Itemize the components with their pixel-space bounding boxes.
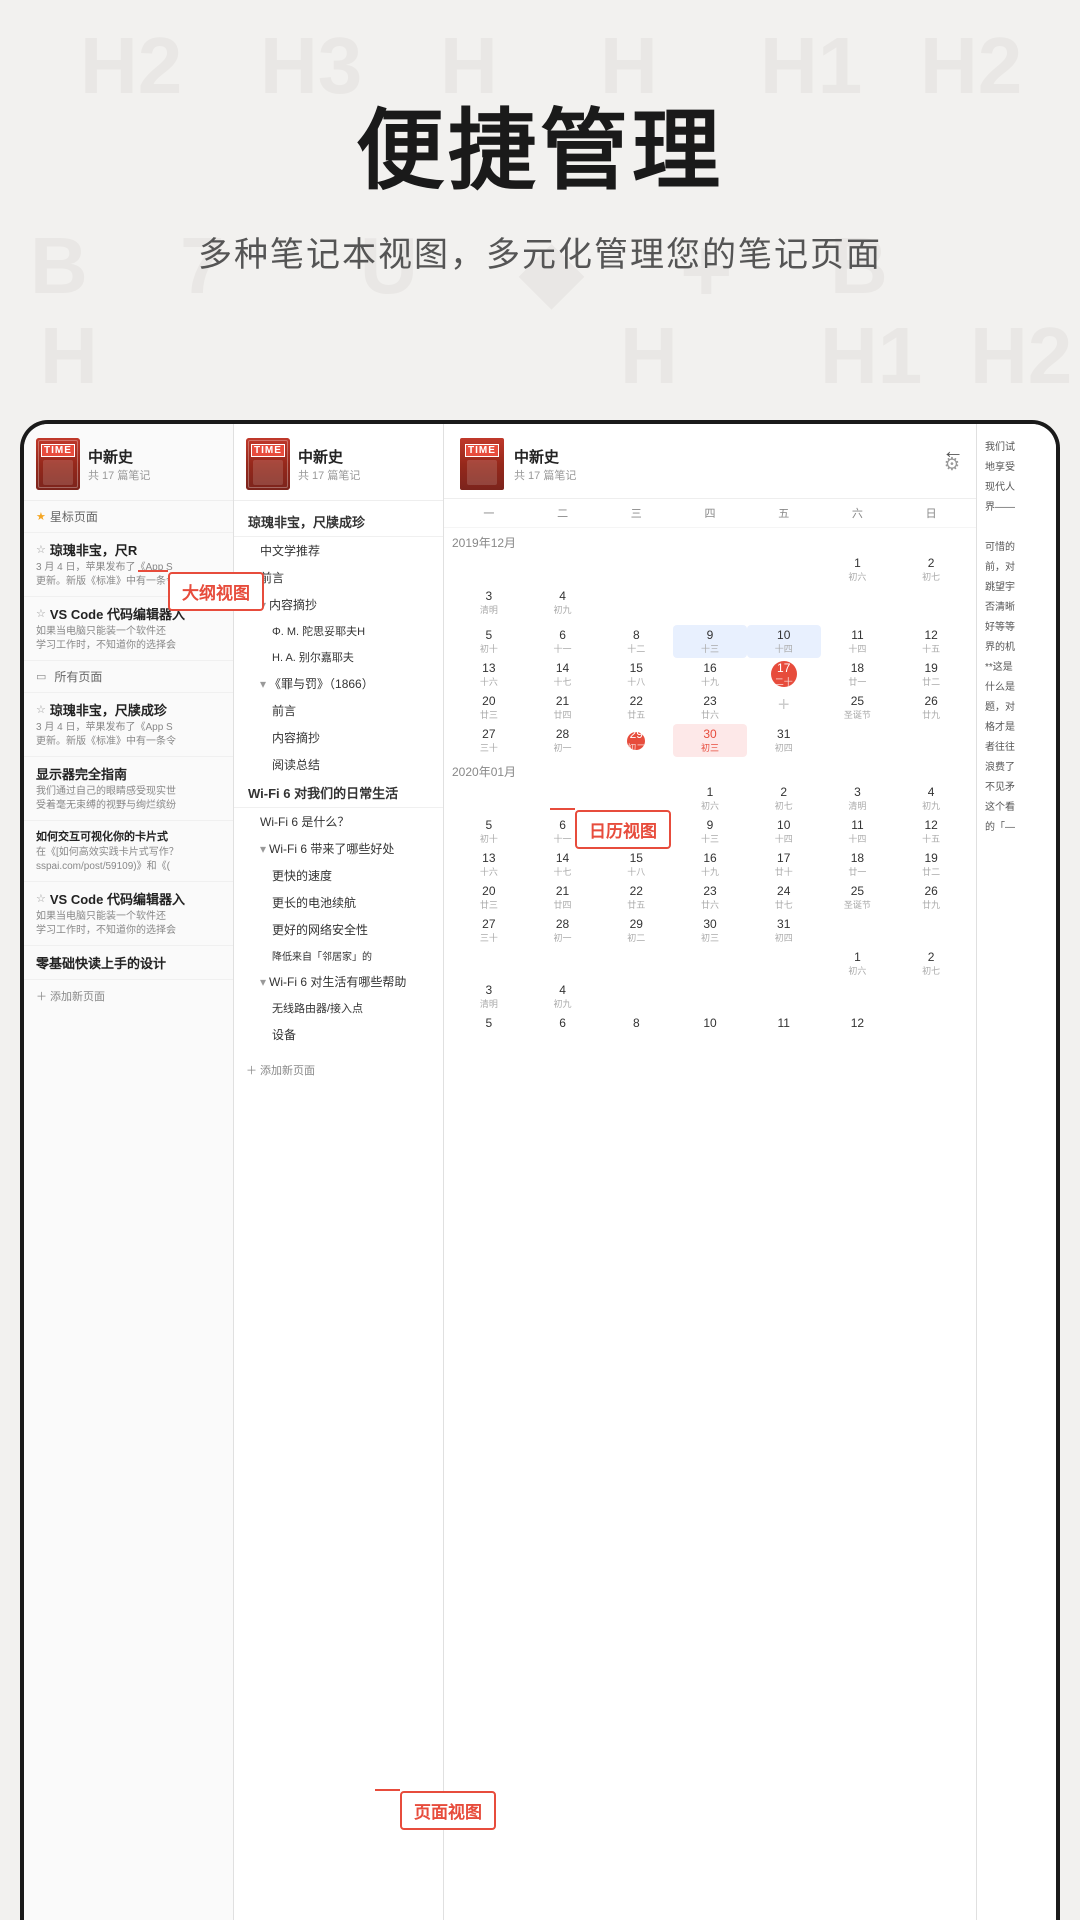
book-info-middle: 中新史 共 17 篇笔记 xyxy=(298,446,360,483)
calendar-title-block: 中新史 共 17 篇笔记 xyxy=(514,446,944,483)
book-cover-calendar: TIME xyxy=(460,438,504,490)
add-page-button-middle[interactable]: ＋ 添加新页面 xyxy=(234,1054,443,1086)
device-mockup: TIME 中新史 共 17 篇笔记 ★ 星标页面 xyxy=(0,420,1080,1920)
outline-item[interactable]: ▾《罪与罚》（1866） xyxy=(234,670,443,697)
list-item[interactable]: ☆VS Code 代码编辑器入 如果当电脑只能装一个软件还学习工作时，不知道你的… xyxy=(24,882,233,946)
calendar-weekdays: 一 二 三 四 五 六 日 xyxy=(444,499,976,528)
reading-text: 我们试地享受现代人界——可惜的前，对跳望宇否清晰好等等界的机**这是什么是题，对… xyxy=(985,438,1048,838)
calendar-today: 17二十 xyxy=(771,661,797,687)
all-pages-section: ▭所有页面 xyxy=(24,661,233,693)
outline-panel-header: TIME 中新史 共 17 篇笔记 xyxy=(234,424,443,501)
add-page-button-left[interactable]: ＋ 添加新页面 xyxy=(24,980,233,1012)
page-subtitle: 多种笔记本视图，多元化管理您的笔记页面 xyxy=(0,227,1080,276)
panel-list-view: TIME 中新史 共 17 篇笔记 ★ 星标页面 xyxy=(24,424,234,1920)
outline-item[interactable]: ▾Wi-Fi 6 带来了哪些好处 xyxy=(234,835,443,862)
tablet-frame: TIME 中新史 共 17 篇笔记 ★ 星标页面 xyxy=(20,420,1060,1920)
outline-item[interactable]: 前言 xyxy=(234,564,443,591)
outline-item[interactable]: 内容摘抄 xyxy=(234,724,443,751)
annotation-rili: 日历视图 xyxy=(575,810,671,849)
outline-item[interactable]: 更快的速度 xyxy=(234,862,443,889)
calendar-grid-jan: 1初六 2初七 3清明 4初九 5初十 6十一 8十二 9十三 10十四 11十… xyxy=(444,782,976,947)
book-cover-middle: TIME xyxy=(246,438,290,490)
outline-item[interactable]: 琼瑰非宝，尺牍成珍 xyxy=(234,507,443,537)
book-cover-left: TIME xyxy=(36,438,80,490)
outline-item[interactable]: 中文学推荐 xyxy=(234,537,443,564)
list-item[interactable]: ☆琼瑰非宝，尺牍成珍 3 月 4 日，苹果发布了《App S更新。新版《标准》中… xyxy=(24,693,233,757)
annotation-dagang: 大纲视图 xyxy=(168,572,264,611)
outline-item[interactable]: ▾Wi-Fi 6 对生活有哪些帮助 xyxy=(234,968,443,995)
list-panel-header: TIME 中新史 共 17 篇笔记 xyxy=(24,424,233,501)
page-title: 便捷管理 xyxy=(0,80,1080,207)
tablet-screen: TIME 中新史 共 17 篇笔记 ★ 星标页面 xyxy=(24,424,1056,1920)
back-arrow[interactable]: ← xyxy=(942,438,964,464)
panel-reading-view: 我们试地享受现代人界——可惜的前，对跳望宇否清晰好等等界的机**这是什么是题，对… xyxy=(976,424,1056,1920)
panel-outline-view: TIME 中新史 共 17 篇笔记 琼瑰非宝，尺牍成珍 中文学推荐 前言 ▾内容… xyxy=(234,424,444,1920)
outline-item[interactable]: Wi-Fi 6 是什么？ xyxy=(234,808,443,835)
list-item[interactable]: 如何交互可视化你的卡片式 在《[如何高效实践卡片式写作？sspai.com/po… xyxy=(24,821,233,882)
list-item[interactable]: 显示器完全指南 我们通过自己的眼睛感受现实世受着毫无束缚的视野与绚烂缤纷 xyxy=(24,757,233,821)
outline-item[interactable]: Φ. M. 陀思妥耶夫H xyxy=(234,618,443,644)
outline-item[interactable]: 前言 xyxy=(234,697,443,724)
panel-calendar-view: ← TIME 中新史 共 17 篇笔记 ⚙ 一 xyxy=(444,424,976,1920)
outline-item[interactable]: 更长的电池续航 xyxy=(234,889,443,916)
outline-item[interactable]: 阅读总结 xyxy=(234,751,443,778)
outline-item[interactable]: 无线路由器/接入点 xyxy=(234,995,443,1021)
outline-item[interactable]: Wi-Fi 6 对我们的日常生活 xyxy=(234,778,443,808)
list-item[interactable]: 零基础快读上手的设计 xyxy=(24,946,233,980)
outline-item[interactable]: 降低来自「邻居家」的 xyxy=(234,943,443,968)
outline-item[interactable]: ▾内容摘抄 xyxy=(234,591,443,618)
outline-item[interactable]: H. A. 别尔嘉耶夫 xyxy=(234,644,443,670)
calendar-month-label: 2019年12月 xyxy=(444,528,976,553)
calendar-grid-extra: 1初六 2初七 3清明 4初九 5 6 8 10 11 12 xyxy=(444,947,976,1033)
starred-section: ★ 星标页面 xyxy=(24,501,233,533)
calendar-grid-dec: 1初六 2初七 3清明 4初九 5初十 xyxy=(444,553,976,757)
annotation-page: 页面视图 xyxy=(400,1791,496,1830)
book-info-left: 中新史 共 17 篇笔记 xyxy=(88,446,150,483)
page-header: 便捷管理 多种笔记本视图，多元化管理您的笔记页面 xyxy=(0,0,1080,316)
calendar-header: TIME 中新史 共 17 篇笔记 ⚙ xyxy=(444,424,976,499)
calendar-month-label-jan: 2020年01月 xyxy=(444,757,976,782)
outline-item[interactable]: 更好的网络安全性 xyxy=(234,916,443,943)
outline-item[interactable]: 设备 xyxy=(234,1021,443,1048)
